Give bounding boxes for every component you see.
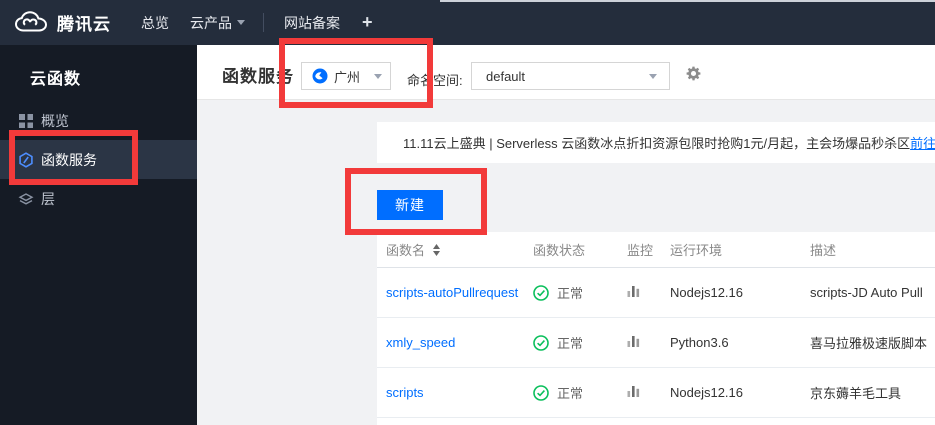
status-text: 正常	[557, 286, 584, 301]
table-header-row: 函数名 函数状态 监控 运行环境 描述	[377, 232, 935, 268]
function-table: 函数名 函数状态 监控 运行环境 描述 scripts-autoPullrequ…	[377, 232, 935, 425]
monitor-chart-icon[interactable]	[627, 334, 641, 348]
sidebar-item-label: 概览	[41, 112, 69, 129]
brand[interactable]: 腾讯云	[13, 0, 111, 45]
app-window: 腾讯云 总览 云产品 网站备案 + 云函数 概览 函数服务 层 函数服务 广州 …	[0, 0, 935, 425]
col-function-status: 函数状态	[533, 243, 586, 258]
tencent-cloud-logo-icon	[14, 10, 48, 31]
function-name-link[interactable]: xmly_speed	[386, 335, 455, 350]
sidebar-title: 云函数	[30, 71, 82, 88]
grid-icon	[19, 113, 33, 128]
gear-icon[interactable]	[685, 65, 702, 82]
status-ok-icon	[533, 284, 549, 301]
runtime-cell: Nodejs12.16	[670, 285, 743, 300]
col-function-name: 函数名	[386, 243, 426, 258]
col-runtime: 运行环境	[670, 243, 723, 258]
description-cell: 喜马拉雅极速版脚本	[810, 336, 928, 351]
description-cell: scripts-JD Auto Pull	[810, 285, 923, 300]
topnav-divider	[263, 13, 264, 32]
chevron-down-icon	[237, 20, 245, 25]
announcement-link[interactable]: 前往	[910, 133, 935, 152]
col-description: 描述	[810, 243, 837, 258]
runtime-cell: Python3.6	[670, 335, 729, 350]
namespace-selector[interactable]: default	[471, 62, 670, 90]
table-row: scripts 正常 Nodejs12.16 京东薅羊毛工具	[377, 368, 935, 418]
annotation-box-sidebar-item	[9, 130, 138, 185]
brand-name: 腾讯云	[57, 15, 111, 34]
description-cell: 京东薅羊毛工具	[810, 386, 902, 401]
window-edge-line	[440, 0, 935, 2]
topnav-overview[interactable]: 总览	[141, 0, 169, 45]
namespace-value: default	[486, 68, 526, 84]
announcement-text: 11.11云上盛典 | Serverless 云函数冰点折扣资源包限时抢购1元/…	[403, 136, 911, 151]
function-name-link[interactable]: scripts	[386, 385, 424, 400]
status-text: 正常	[557, 336, 584, 351]
layers-icon	[18, 192, 34, 205]
sidebar: 云函数 概览 函数服务 层	[0, 45, 197, 425]
topnav-products[interactable]: 云产品	[190, 0, 245, 45]
sidebar-item-label: 层	[41, 190, 55, 207]
status-text: 正常	[557, 386, 584, 401]
col-monitor: 监控	[627, 243, 654, 258]
runtime-cell: Nodejs12.16	[670, 385, 743, 400]
top-nav-bar: 腾讯云 总览 云产品 网站备案 +	[0, 0, 935, 45]
annotation-box-region	[279, 38, 433, 108]
monitor-chart-icon[interactable]	[627, 384, 641, 398]
status-ok-icon	[533, 384, 549, 401]
table-row: xmly_speed 正常 Python3.6 喜马拉雅极速版脚本	[377, 318, 935, 368]
monitor-chart-icon[interactable]	[627, 284, 641, 298]
annotation-box-create-button	[345, 168, 487, 235]
announcement-bar: 11.11云上盛典 | Serverless 云函数冰点折扣资源包限时抢购1元/…	[377, 122, 935, 163]
content-area: 11.11云上盛典 | Serverless 云函数冰点折扣资源包限时抢购1元/…	[197, 100, 935, 425]
table-row: scripts-autoPullrequest 正常 Nodejs12.16 s…	[377, 268, 935, 318]
sort-icon[interactable]	[433, 243, 441, 256]
chevron-down-icon	[649, 73, 657, 79]
status-ok-icon	[533, 334, 549, 351]
function-name-link[interactable]: scripts-autoPullrequest	[386, 285, 518, 300]
